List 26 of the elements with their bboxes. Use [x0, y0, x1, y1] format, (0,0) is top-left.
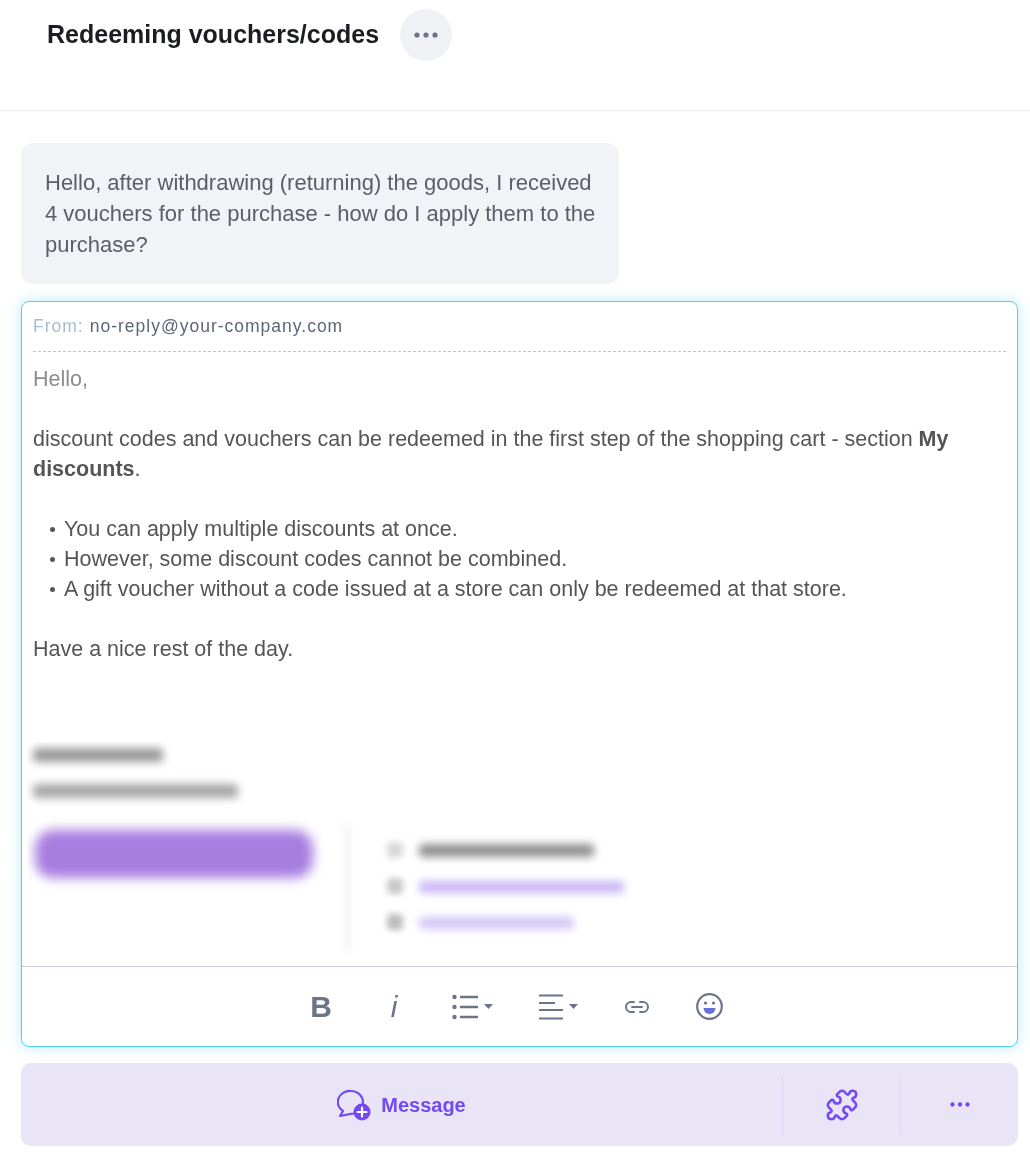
new-message-button[interactable]: Message: [333, 1082, 470, 1127]
bulleted-list-icon: [452, 993, 478, 1020]
bullet-icon: [50, 586, 55, 592]
bullet-text: A gift voucher without a code issued at a store can only be redeemed at that store.: [64, 576, 847, 603]
greeting-text: Hello,: [33, 366, 89, 393]
from-label: From:: [33, 315, 84, 337]
more-dots-icon: [414, 32, 439, 38]
caret-icon: [569, 1004, 578, 1009]
page-title: Redeeming vouchers/codes: [47, 19, 380, 51]
puzzle-icon: [824, 1087, 859, 1122]
link-icon: [624, 999, 650, 1014]
bullet-icon: [50, 556, 55, 562]
more-dots-icon: [949, 1102, 970, 1107]
bold-button[interactable]: B: [306, 986, 336, 1027]
from-address: no-reply@your-company.com: [89, 315, 344, 337]
bullet-text: However, some discount codes cannot be combined.: [64, 546, 568, 573]
bullet-text: You can apply multiple discounts at once.: [64, 516, 458, 543]
italic-button[interactable]: i: [382, 986, 406, 1027]
reply-paragraph: discount codes and vouchers can be redeemed in the first step of the shopping cart - section My discounts.: [33, 426, 950, 483]
align-left-icon: [539, 993, 563, 1020]
reply-paragraph: Have a nice rest of the day.: [33, 636, 295, 663]
chat-plus-icon: [337, 1088, 372, 1121]
caret-icon: [484, 1004, 493, 1009]
bullet-icon: [50, 526, 55, 532]
smiley-icon: [696, 993, 723, 1020]
customer-message-bubble: Hello, after withdrawing (returning) the goods, I received 4 vouchers for the purchase - how do I apply them to the purchase?: [21, 143, 619, 284]
